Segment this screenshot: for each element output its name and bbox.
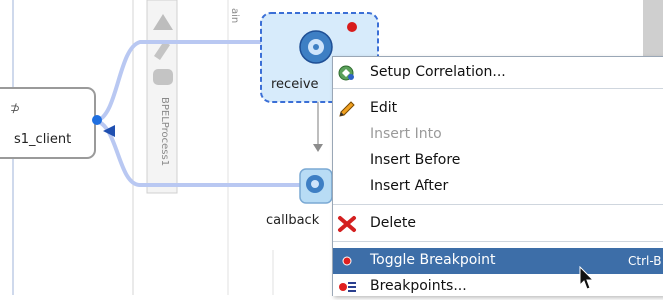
callback-activity[interactable] — [299, 168, 333, 204]
receive-label: receive — [271, 77, 319, 92]
menu-item-delete[interactable]: Delete — [333, 211, 663, 237]
context-menu: Setup Correlation... Edit Insert Into In… — [332, 56, 663, 296]
swimlane — [132, 0, 274, 295]
delete-x-icon — [338, 216, 356, 232]
menu-item-label: Insert Into — [370, 126, 442, 142]
menu-item-label: Insert Before — [370, 152, 461, 168]
menu-item-shortcut: Ctrl-B — [628, 254, 662, 268]
partner-link-node[interactable]: ⊅ — [0, 87, 96, 159]
menu-separator — [333, 88, 663, 89]
menu-item-label: Edit — [370, 100, 398, 116]
partner-port-icon: ⊅ — [10, 101, 20, 115]
menu-item-label: Insert After — [370, 178, 449, 194]
menu-item-label: Breakpoints... — [370, 278, 467, 294]
callback-label: callback — [266, 213, 320, 228]
menu-item-label: Delete — [370, 215, 416, 231]
menu-item-insert-into[interactable]: Insert Into — [333, 122, 663, 148]
menu-item-setup-correlation[interactable]: Setup Correlation... — [333, 60, 663, 86]
menu-item-insert-after[interactable]: Insert After — [333, 174, 663, 200]
swimlane-label: BPELProcess1 — [159, 97, 170, 167]
breakpoint-dot-icon — [342, 256, 352, 266]
menu-item-breakpoints[interactable]: Breakpoints... — [333, 274, 663, 300]
menu-item-edit[interactable]: Edit — [333, 96, 663, 122]
partial-lane-label: ain — [229, 8, 240, 24]
menu-item-label: Toggle Breakpoint — [370, 252, 496, 268]
flow-arrow — [313, 144, 323, 152]
menu-item-label: Setup Correlation... — [370, 64, 506, 80]
menu-item-toggle-breakpoint[interactable]: Toggle Breakpoint Ctrl-B — [333, 248, 663, 274]
breakpoints-list-icon — [339, 282, 356, 292]
menu-separator — [333, 241, 663, 242]
menu-separator — [333, 204, 663, 205]
partner-link-label: s1_client — [14, 132, 72, 147]
mouse-cursor-icon — [579, 266, 595, 290]
breakpoint-marker-icon — [347, 22, 357, 32]
right-scroll-area — [643, 0, 663, 56]
menu-item-insert-before[interactable]: Insert Before — [333, 148, 663, 174]
stop-icon — [153, 69, 173, 85]
correlation-icon — [338, 65, 354, 81]
pencil-icon — [339, 101, 355, 117]
